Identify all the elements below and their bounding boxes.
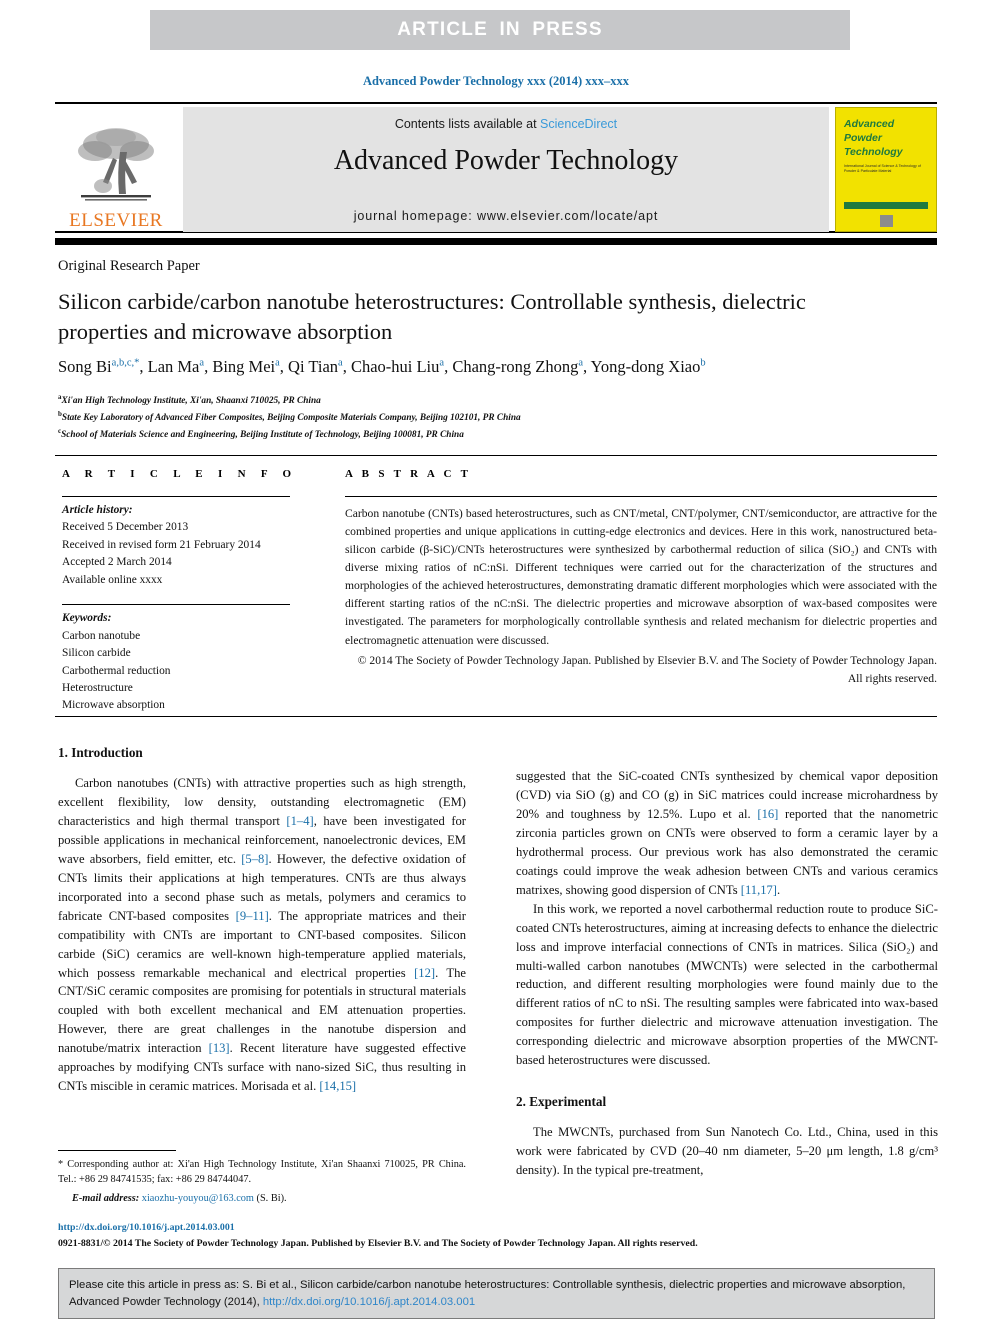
- citation-reference-link[interactable]: [11,17]: [741, 883, 777, 897]
- author-affiliation-marker: a: [275, 357, 280, 369]
- article-history-item: Received 5 December 2013: [62, 521, 189, 534]
- article-history-item: Accepted 2 March 2014: [62, 556, 172, 569]
- author-list: Song Bia,b,c,*, Lan Maa, Bing Meia, Qi T…: [58, 357, 706, 376]
- abstract-column: Carbon nanotube (CNTs) based heterostruc…: [345, 496, 937, 688]
- contents-prefix: Contents lists available at: [394, 117, 541, 131]
- journal-title: Advanced Powder Technology: [333, 145, 679, 176]
- affiliation-list: aXi'an High Technology Institute, Xi'an,…: [58, 392, 858, 443]
- author-affiliation-marker: a,b,c,*: [111, 357, 140, 369]
- article-history-item: Available online xxxx: [62, 573, 163, 586]
- affiliation-text: Xi'an High Technology Institute, Xi'an, …: [61, 396, 321, 407]
- masthead-center-panel: Contents lists available at ScienceDirec…: [183, 107, 829, 232]
- page-title: Silicon carbide/carbon nanotube heterost…: [58, 289, 806, 344]
- intro-paragraph-2: In this work, we reported a novel carbot…: [516, 901, 938, 1068]
- journal-homepage-link[interactable]: journal homepage: www.elsevier.com/locat…: [183, 209, 829, 223]
- citation-reference-link[interactable]: [9–11]: [236, 909, 269, 923]
- intro-paragraph-1-continued: suggested that the SiC-coated CNTs synth…: [516, 769, 939, 897]
- journal-masthead: ELSEVIER Contents lists available at Sci…: [55, 102, 937, 233]
- author-name: Chang-rong Zhong: [452, 357, 579, 376]
- affiliation-item: bState Key Laboratory of Advanced Fiber …: [58, 409, 858, 426]
- contents-list-line: Contents lists available at ScienceDirec…: [183, 117, 829, 131]
- author-name: Qi Tian: [288, 357, 339, 376]
- citation-reference-link[interactable]: [16]: [757, 807, 778, 821]
- section-heading-introduction: 1. Introduction: [58, 745, 143, 760]
- email-address-line: E-mail address: xiaozhu-youyou@163.com (…: [58, 1191, 466, 1206]
- sciencedirect-link[interactable]: ScienceDirect: [540, 117, 617, 131]
- author-name: Yong-dong Xiao: [590, 357, 701, 376]
- masthead-bottom-rule: [55, 238, 937, 245]
- citation-notice-box: Please cite this article in press as: S.…: [58, 1268, 935, 1320]
- running-head: Advanced Powder Technology xxx (2014) xx…: [362, 74, 630, 88]
- cover-title-line-3: Technology: [844, 146, 903, 159]
- info-panel-bottom-rule: [55, 716, 937, 717]
- author-name: Song Bi: [58, 357, 112, 376]
- body-column-right: suggested that the SiC-coated CNTs synth…: [516, 767, 938, 1180]
- footnote-rule: [58, 1150, 176, 1151]
- keyword-item: Silicon carbide: [62, 647, 131, 660]
- affiliation-text: State Key Laboratory of Advanced Fiber C…: [61, 413, 521, 424]
- corresponding-author-text: * Corresponding author at: Xi'an High Te…: [58, 1159, 466, 1186]
- author-affiliation-marker: b: [700, 357, 706, 369]
- author-affiliation-marker: a: [199, 357, 205, 369]
- journal-cover-thumbnail: Advanced Powder Technology International…: [835, 107, 937, 232]
- elsevier-logo: ELSEVIER: [55, 107, 177, 232]
- abstract-text: Carbon nanotube (CNTs) based heterostruc…: [345, 507, 937, 647]
- abstract-copyright: © 2014 The Society of Powder Technology …: [357, 653, 937, 685]
- article-history-block: Article history: Received 5 December 201…: [62, 497, 292, 589]
- cover-subtitle: International Journal of Science & Techn…: [844, 163, 921, 173]
- corresponding-author-footnote: * Corresponding author at: Xi'an High Te…: [58, 1150, 466, 1206]
- article-history-label: Article history:: [62, 504, 133, 516]
- keyword-item: Heterostructure: [62, 681, 133, 694]
- email-suffix: (S. Bi).: [256, 1192, 287, 1204]
- author-name: Lan Ma: [147, 357, 200, 376]
- article-info-column: Article history: Received 5 December 201…: [62, 496, 292, 715]
- experimental-paragraph-1: The MWCNTs, purchased from Sun Nanotech …: [516, 1125, 938, 1178]
- affiliation-text: School of Materials Science and Engineer…: [61, 430, 464, 441]
- author-affiliation-marker: a: [578, 357, 584, 369]
- citation-reference-link[interactable]: [12]: [414, 966, 435, 980]
- abstract-rule: [345, 496, 937, 497]
- email-label: E-mail address:: [72, 1192, 140, 1204]
- citation-reference-link[interactable]: [1–4]: [286, 814, 313, 828]
- article-type-label: Original Research Paper: [58, 258, 200, 274]
- citation-notice-text: Please cite this article in press as: S.…: [69, 1277, 924, 1311]
- cover-publisher-mark: [836, 215, 936, 227]
- article-in-press-banner: ARTICLE IN PRESS: [150, 10, 850, 50]
- intro-paragraph-1: Carbon nanotubes (CNTs) with attractive …: [58, 776, 467, 1094]
- citation-doi-link[interactable]: http://dx.doi.org/10.1016/j.apt.2014.03.…: [263, 1296, 475, 1308]
- author-name: Bing Mei: [212, 357, 276, 376]
- cover-title-line-2: Powder: [844, 132, 882, 145]
- info-panel-top-rule: [55, 455, 937, 456]
- doi-link[interactable]: http://dx.doi.org/10.1016/j.apt.2014.03.…: [58, 1222, 235, 1233]
- article-info-heading: A R T I C L E I N F O: [62, 468, 295, 480]
- citation-reference-link[interactable]: [14,15]: [319, 1079, 356, 1093]
- email-link[interactable]: xiaozhu-youyou@163.com: [142, 1193, 254, 1204]
- author-affiliation-marker: a: [338, 357, 343, 369]
- cover-green-bar: [844, 202, 928, 209]
- section-heading-experimental: 2. Experimental: [516, 1094, 607, 1110]
- keyword-item: Carbon nanotube: [62, 629, 141, 642]
- affiliation-item: aXi'an High Technology Institute, Xi'an,…: [58, 392, 858, 409]
- elsevier-tree-icon: [78, 128, 154, 201]
- citation-reference-link[interactable]: [13]: [209, 1041, 230, 1055]
- body-column-left: 1. Introduction Carbon nanotubes (CNTs) …: [58, 745, 466, 1096]
- citation-reference-link[interactable]: [5–8]: [241, 852, 268, 866]
- cover-title-line-1: Advanced: [844, 118, 895, 130]
- author-name: Chao-hui Liu: [350, 357, 440, 376]
- keyword-item: Microwave absorption: [62, 699, 165, 712]
- keyword-item: Carbothermal reduction: [62, 664, 171, 677]
- elsevier-wordmark: ELSEVIER: [69, 210, 163, 231]
- citation-text-before: Please cite this article in press as: S.…: [69, 1279, 906, 1309]
- affiliation-item: cSchool of Materials Science and Enginee…: [58, 426, 858, 443]
- keywords-block: Keywords: Carbon nanotube Silicon carbide…: [62, 605, 292, 715]
- article-history-item: Received in revised form 21 February 201…: [62, 538, 261, 551]
- article-in-press-label: ARTICLE IN PRESS: [397, 19, 603, 40]
- issn-copyright-line: 0921-8831/© 2014 The Society of Powder T…: [58, 1238, 698, 1249]
- abstract-heading: A B S T R A C T: [345, 468, 472, 480]
- keywords-label: Keywords:: [62, 612, 112, 625]
- author-affiliation-marker: a: [439, 357, 445, 369]
